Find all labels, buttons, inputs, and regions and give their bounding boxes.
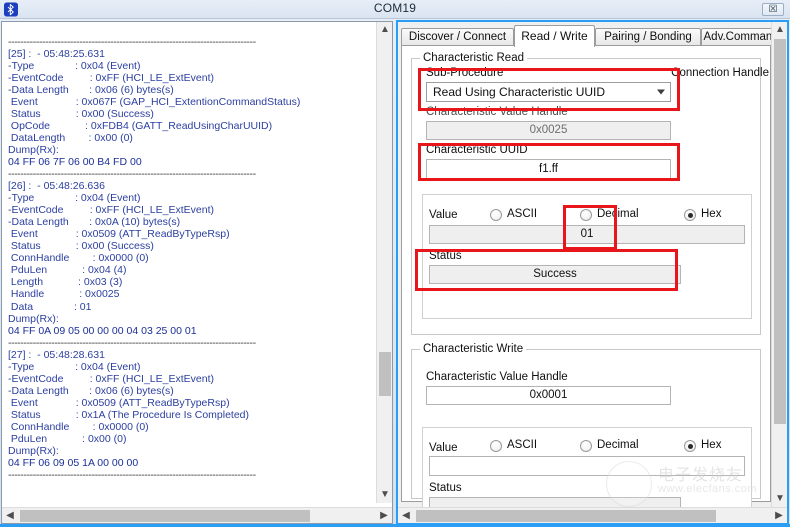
radio-dot-icon [580, 209, 592, 221]
read-value-label: Value [429, 209, 458, 221]
read-status-value: Success [533, 267, 577, 280]
write-value-label: Value [429, 442, 458, 454]
read-connection-handle-label: Connection Handle [671, 67, 769, 79]
char-uuid-label: Characteristic UUID [426, 144, 528, 156]
log-horizontal-scrollbar[interactable]: ◀ ▶ [2, 507, 392, 523]
read-format-ascii-label: ASCII [507, 208, 538, 220]
tab-pairing-bonding[interactable]: Pairing / Bonding [595, 28, 701, 46]
title-bar: COM19 ☒ [0, 0, 790, 19]
log-vertical-scrollbar-lower[interactable]: ▼ [376, 410, 392, 503]
read-char-value-handle-input: 0x0025 [426, 121, 671, 140]
write-format-decimal-label: Decimal [597, 439, 639, 451]
log-text: ----------------------------------------… [8, 35, 301, 482]
write-format-hex-label: Hex [701, 439, 722, 451]
right-panel-vertical-scrollbar[interactable]: ▲ ▼ [771, 22, 787, 507]
radio-dot-icon [684, 209, 696, 221]
sub-procedure-value: Read Using Characteristic UUID [433, 85, 606, 99]
radio-dot-icon [684, 440, 696, 452]
scroll-right-arrow-icon[interactable]: ▶ [771, 508, 787, 524]
scroll-left-arrow-icon[interactable]: ◀ [2, 508, 18, 524]
read-value-input[interactable]: 01 [429, 225, 745, 244]
write-char-value-handle-label: Characteristic Value Handle [426, 371, 568, 383]
write-char-value-handle-input[interactable]: 0x0001 [426, 386, 671, 405]
log-vscroll-thumb[interactable] [379, 352, 391, 396]
read-format-decimal-label: Decimal [597, 208, 639, 220]
scroll-down-arrow-icon[interactable]: ▼ [772, 491, 788, 507]
radio-dot-icon [490, 209, 502, 221]
char-uuid-input[interactable]: f1.ff [426, 159, 671, 180]
com19-window: COM19 ☒ --------------------------------… [0, 0, 790, 527]
tab-strip: Discover / Connect Read / Write Pairing … [401, 25, 787, 47]
read-char-value-handle-value: 0x0025 [529, 123, 568, 136]
read-format-hex-label: Hex [701, 208, 722, 220]
chevron-down-icon[interactable] [657, 89, 665, 95]
write-status-label: Status [429, 482, 462, 494]
scroll-down-arrow-icon[interactable]: ▼ [377, 487, 393, 503]
write-char-value-handle-value: 0x0001 [529, 388, 568, 401]
right-vscroll-thumb[interactable] [774, 39, 786, 424]
right-panel-horizontal-scrollbar[interactable]: ◀ ▶ [398, 507, 787, 523]
char-uuid-value: f1.ff [539, 162, 558, 175]
scroll-up-arrow-icon[interactable]: ▲ [377, 22, 393, 38]
log-vertical-scrollbar[interactable]: ▲ [376, 22, 392, 410]
radio-dot-icon [490, 440, 502, 452]
log-hscroll-thumb[interactable] [20, 510, 310, 522]
scroll-left-arrow-icon[interactable]: ◀ [398, 508, 414, 524]
sub-procedure-combobox[interactable]: Read Using Characteristic UUID [426, 82, 671, 102]
write-format-ascii-label: ASCII [507, 439, 538, 451]
log-viewport[interactable]: ----------------------------------------… [3, 23, 375, 502]
sub-procedure-label: Sub-Procedure [426, 67, 504, 79]
window-title: COM19 [373, 1, 417, 15]
characteristic-write-legend: Characteristic Write [420, 343, 527, 355]
right-hscroll-thumb[interactable] [416, 510, 716, 522]
btool-right-panel: Discover / Connect Read / Write Pairing … [396, 20, 789, 525]
read-status-label: Status [429, 250, 462, 262]
read-value-text: 01 [580, 227, 594, 240]
read-char-value-handle-label: Characteristic Value Handle [426, 106, 568, 118]
radio-dot-icon [580, 440, 592, 452]
scroll-right-arrow-icon[interactable]: ▶ [376, 508, 392, 524]
close-button[interactable]: ☒ [762, 3, 784, 16]
tab-discover-connect[interactable]: Discover / Connect [401, 28, 514, 46]
scroll-up-arrow-icon[interactable]: ▲ [772, 22, 788, 38]
packet-log-panel: ----------------------------------------… [1, 21, 393, 524]
read-status-field: Success [429, 265, 681, 284]
write-value-input[interactable] [429, 456, 745, 476]
tab-read-write[interactable]: Read / Write [514, 25, 595, 47]
characteristic-read-legend: Characteristic Read [420, 52, 527, 64]
